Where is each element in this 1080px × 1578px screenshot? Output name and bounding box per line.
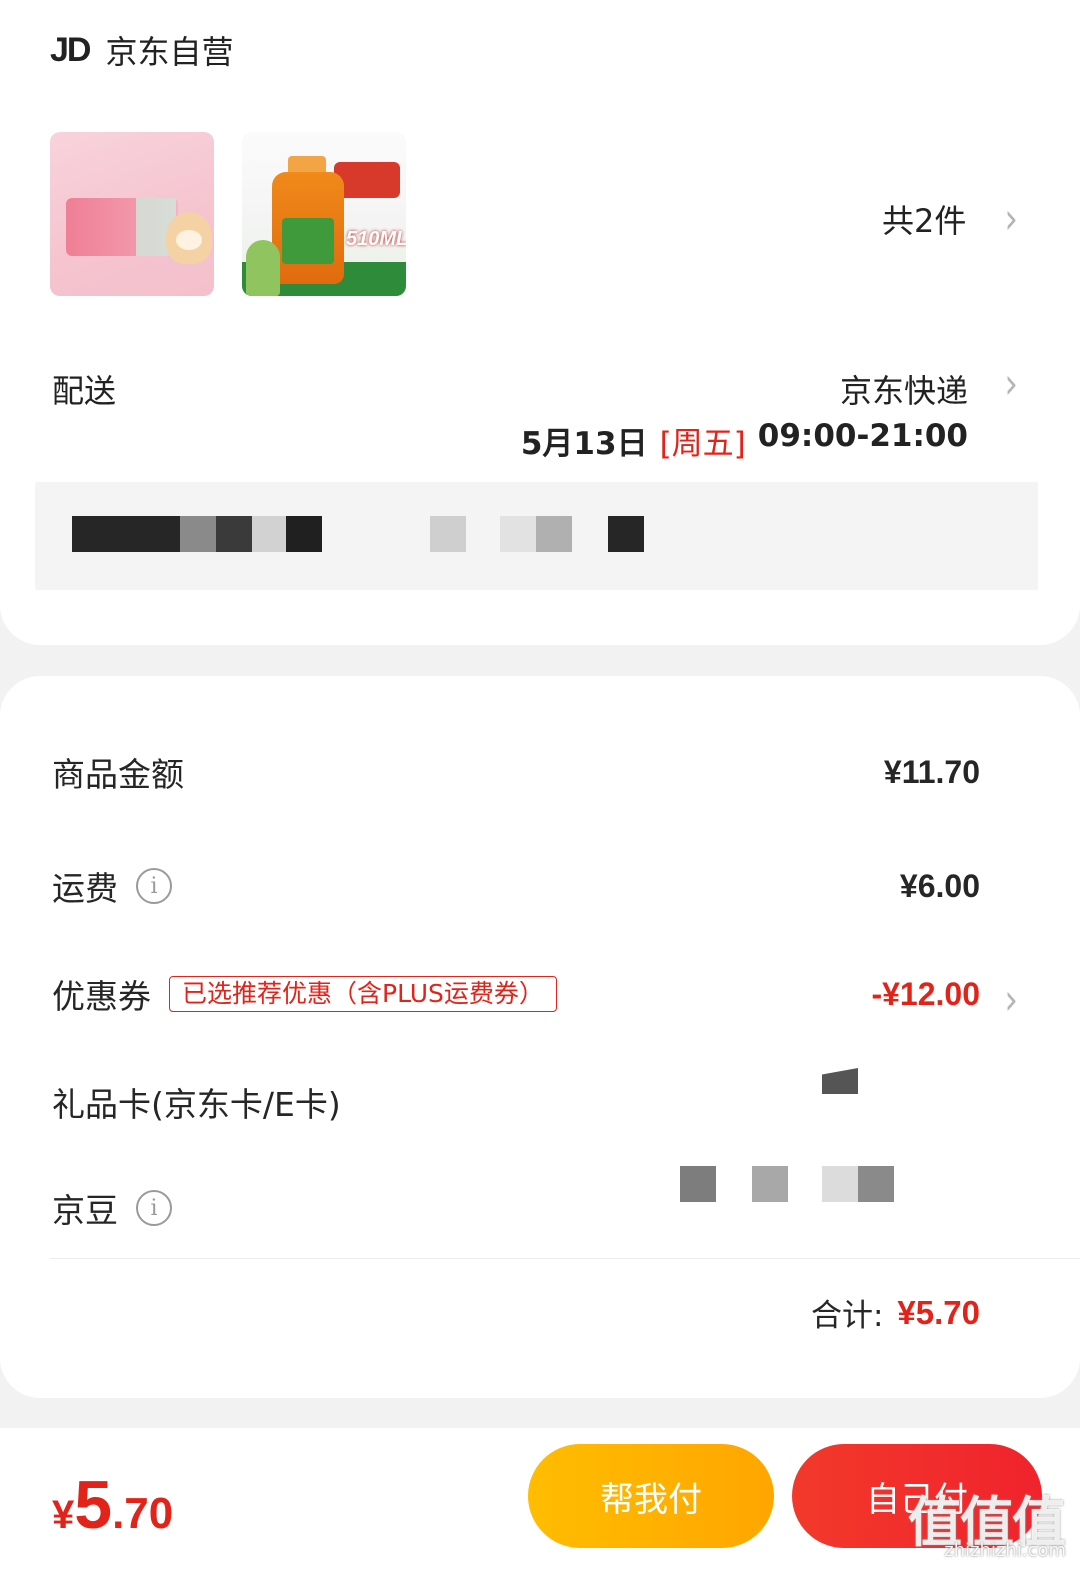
goods-amount-row: 商品金额 ¥11.70 (52, 748, 980, 796)
mascot-graphic (166, 212, 212, 264)
delivery-date: 5月13日 (520, 426, 648, 462)
freight-row: 运费 i ¥6.00 (52, 862, 980, 910)
freight-label-group: 运费 i (52, 862, 172, 910)
person-graphic (246, 240, 280, 296)
goods-amount-label: 商品金额 (52, 755, 184, 794)
chevron-right-icon[interactable]: › (1004, 975, 1018, 1025)
mosaic-block (72, 516, 180, 552)
mosaic-block (608, 516, 644, 552)
mosaic-block (536, 516, 572, 552)
mosaic-block (180, 516, 216, 552)
shipping-label: 配送 (52, 372, 117, 410)
shop-header: JD 京东自营 (50, 30, 234, 72)
info-icon[interactable]: i (136, 868, 172, 904)
shipping-method[interactable]: 京东快递 (840, 366, 968, 412)
chevron-right-icon: › (1004, 194, 1018, 244)
checkout-page: JD 京东自营 510ML 共2件 › 配送 京东快递 › 5月13日 [周五]… (0, 0, 1080, 1578)
coupon-value: -¥12.00 (871, 975, 980, 1012)
chevron-right-icon[interactable]: › (1004, 359, 1018, 409)
mosaic-block (680, 1166, 716, 1202)
pay-integer: 5 (74, 1467, 113, 1543)
mosaic-block (286, 516, 322, 552)
delivery-window: 09:00-21:00 (757, 418, 968, 454)
watermark-url: zhizhizhi.com (944, 1540, 1066, 1561)
help-pay-button[interactable]: 帮我付 (528, 1444, 774, 1548)
shop-name: 京东自营 (105, 33, 234, 71)
divider (50, 1258, 1080, 1259)
total-label: 合计: (810, 1298, 884, 1334)
coupon-tag: 已选推荐优惠（含PLUS运费券） (169, 976, 557, 1012)
bottle-label-graphic (282, 218, 334, 264)
product-thumb-wipes[interactable] (50, 132, 214, 296)
jingdou-label: 京豆 (52, 1191, 118, 1230)
item-count-link[interactable]: 共2件 › (882, 194, 1018, 244)
coupon-row[interactable]: 优惠券 已选推荐优惠（含PLUS运费券） -¥12.00 (52, 970, 980, 1018)
mosaic-block (822, 1166, 858, 1202)
jingdou-label-group: 京豆 i (52, 1184, 172, 1232)
item-count: 共2件 (882, 202, 967, 240)
mosaic-block (752, 1166, 788, 1202)
product-thumbnails[interactable]: 510ML (50, 132, 406, 296)
volume-text: 510ML (346, 228, 406, 250)
total-row: 合计: ¥5.70 (811, 1290, 980, 1335)
goods-amount-value: ¥11.70 (883, 753, 980, 790)
mosaic-block (430, 516, 466, 552)
jd-logo: JD (50, 30, 91, 69)
product-thumb-disinfectant[interactable]: 510ML (242, 132, 406, 296)
freight-value: ¥6.00 (899, 867, 980, 904)
pay-amount: ¥ 5 .70 (52, 1466, 173, 1544)
delivery-weekday: [周五] (659, 426, 746, 462)
mosaic-block (500, 516, 536, 552)
delivery-time[interactable]: 5月13日 [周五] 09:00-21:00 (521, 418, 968, 463)
giftcard-label: 礼品卡(京东卡/E卡) (52, 1085, 341, 1124)
freight-label: 运费 (52, 869, 118, 908)
pay-currency: ¥ (52, 1493, 75, 1537)
mosaic-block (252, 516, 286, 552)
coupon-label-group: 优惠券 已选推荐优惠（含PLUS运费券） (52, 970, 557, 1018)
coupon-label: 优惠券 (52, 977, 151, 1016)
pay-decimal: .70 (112, 1489, 174, 1538)
mosaic-block (216, 516, 252, 552)
mosaic-block (858, 1166, 894, 1202)
info-icon[interactable]: i (136, 1190, 172, 1226)
total-value: ¥5.70 (897, 1293, 980, 1331)
